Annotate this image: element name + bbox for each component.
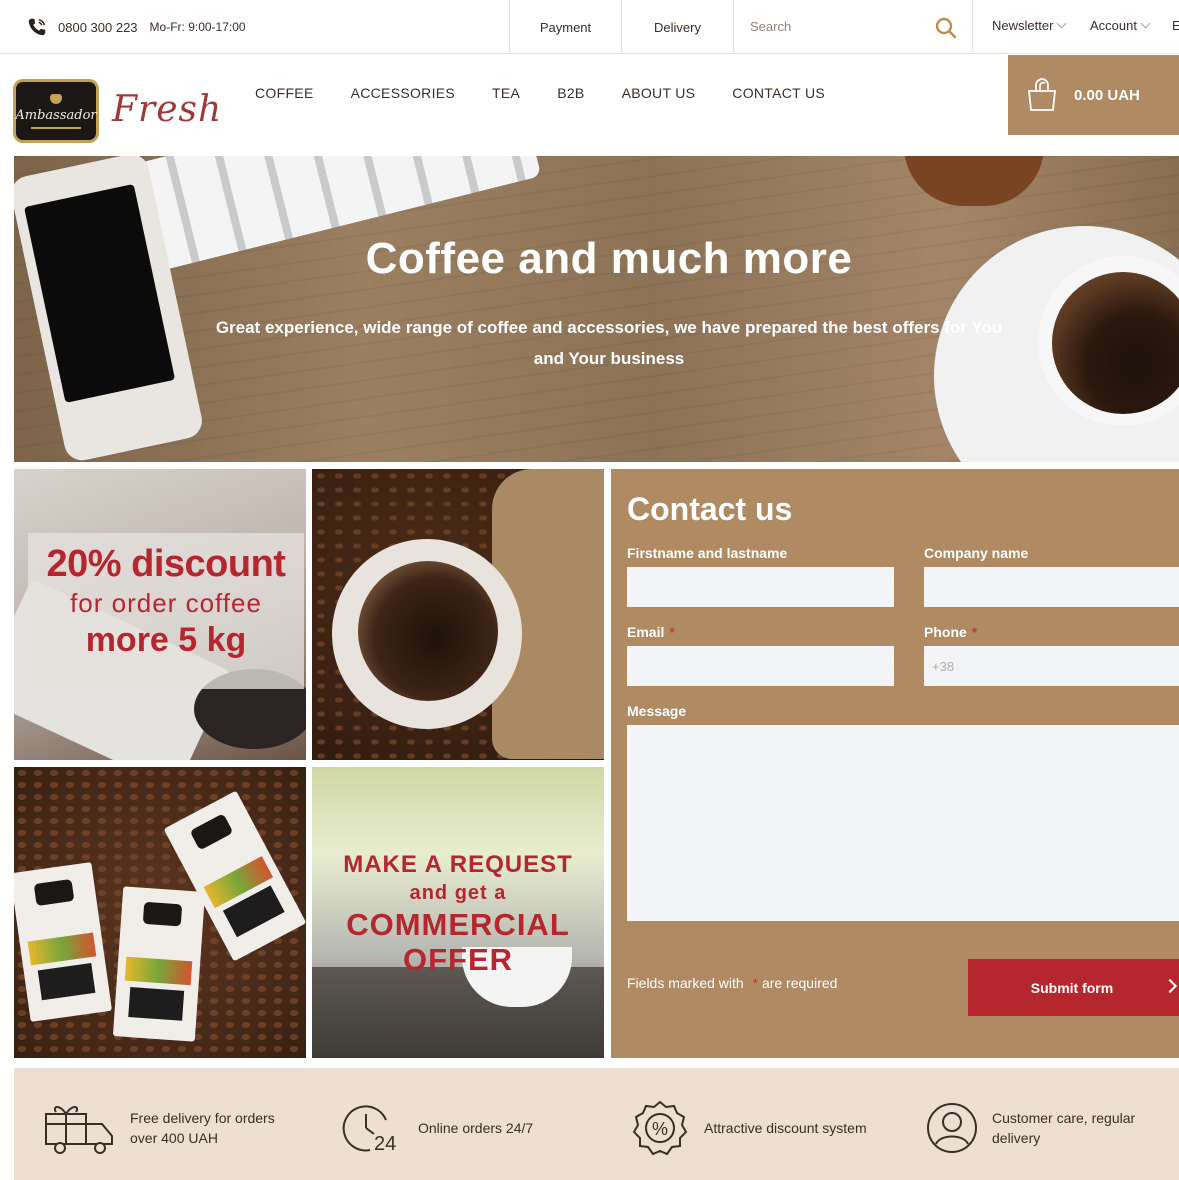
discount-headline: 20% discount (46, 543, 286, 585)
account-label: Account (1090, 18, 1137, 33)
nav-item-tea[interactable]: TEA (492, 85, 520, 101)
offer-line1: MAKE A REQUEST (343, 851, 573, 878)
note-after: are required (761, 975, 838, 991)
offer-line3: COMMERCIAL (346, 907, 570, 942)
offer-line2: and get a (409, 882, 507, 904)
search-box (733, 0, 973, 54)
name-field[interactable] (627, 567, 894, 607)
phone-label-wrap: Phone * (924, 624, 977, 640)
search-icon[interactable] (934, 16, 958, 40)
feature-free-delivery: Free delivery for orders over 400 UAH (42, 1098, 275, 1158)
commercial-offer-tile[interactable]: MAKE A REQUEST and get a COMMERCIAL OFFE… (312, 767, 604, 1058)
note-before: Fields marked with (627, 975, 744, 991)
feature-text: Attractive discount system (704, 1118, 867, 1138)
nav-item-about-us[interactable]: ABOUT US (622, 85, 696, 101)
logo-underline (31, 126, 81, 129)
offer-line4: OFFER (402, 942, 514, 977)
email-label: Email (627, 624, 665, 640)
required-mark: * (971, 624, 978, 640)
working-hours: Mo-Fr: 9:00-17:00 (149, 20, 246, 34)
muffin-image (904, 156, 1044, 206)
shopping-bag-icon (1028, 78, 1056, 111)
brand-logo[interactable]: Ambassador (13, 79, 99, 143)
phone-number[interactable]: 0800 300 223 (58, 20, 138, 35)
features-strip: Free delivery for orders over 400 UAH 24 … (14, 1068, 1179, 1180)
phone-icon (28, 18, 46, 36)
cart-button[interactable]: 0.00 UAH (1008, 55, 1179, 135)
promo-discount-tile[interactable]: 20% discount for order coffee more 5 kg (14, 469, 306, 760)
hero-banner: Coffee and much more Great experience, w… (14, 156, 1179, 462)
nav-item-contact-us[interactable]: CONTACT US (732, 85, 825, 101)
company-label: Company name (924, 545, 1029, 561)
payment-link[interactable]: Payment (509, 0, 621, 54)
contact-form: Contact us Firstname and lastname Compan… (611, 469, 1179, 1058)
message-label: Message (627, 703, 687, 719)
cart-total: 0.00 UAH (1074, 86, 1140, 104)
submit-form-button[interactable]: Submit form (968, 959, 1179, 1016)
nav-item-b2b[interactable]: B2B (557, 85, 584, 101)
logo-text: Ambassador (15, 107, 97, 123)
search-input[interactable] (750, 15, 920, 37)
discount-badge-icon: % (632, 1100, 688, 1156)
espresso-cup-image (358, 561, 498, 701)
feature-line1: Customer care, regular (992, 1110, 1136, 1126)
discount-box: 20% discount for order coffee more 5 kg (28, 533, 304, 689)
message-field[interactable] (627, 725, 1179, 921)
commercial-offer-text: MAKE A REQUEST and get a COMMERCIAL OFFE… (312, 851, 604, 977)
required-note: Fields marked with * are required (627, 975, 837, 991)
feature-text: Online orders 24/7 (418, 1118, 533, 1138)
email-label-wrap: Email * (627, 624, 675, 640)
feature-line1: Free delivery for orders (130, 1110, 275, 1126)
feature-text: Customer care, regular delivery (992, 1108, 1135, 1148)
language-switch[interactable]: E (1172, 18, 1179, 33)
required-mark: * (669, 624, 675, 640)
coffee-cup-tile[interactable] (312, 469, 604, 760)
feature-line1: Online orders 24/7 (418, 1120, 534, 1136)
discount-line3: more 5 kg (85, 621, 247, 659)
nav-item-coffee[interactable]: COFFEE (255, 85, 314, 101)
submit-label: Submit form (1030, 979, 1114, 996)
phone-contact[interactable]: 0800 300 223 Mo-Fr: 9:00-17:00 (26, 16, 246, 38)
top-bar: 0800 300 223 Mo-Fr: 9:00-17:00 Payment D… (0, 0, 1179, 54)
account-dropdown[interactable]: Account (1090, 18, 1151, 33)
main-nav: COFFEE ACCESSORIES TEA B2B ABOUT US CONT… (255, 85, 825, 101)
delivery-link[interactable]: Delivery (621, 0, 733, 54)
coffee-packs-tile[interactable] (14, 767, 306, 1058)
chevron-down-icon (1140, 18, 1151, 29)
feature-text: Free delivery for orders over 400 UAH (130, 1108, 275, 1148)
newsletter-dropdown[interactable]: Newsletter (992, 18, 1067, 33)
discount-line2: for order coffee (70, 588, 262, 618)
hero-title: Coffee and much more (365, 234, 853, 283)
nav-item-accessories[interactable]: ACCESSORIES (351, 85, 455, 101)
contact-title: Contact us (627, 491, 793, 527)
svg-text:%: % (652, 1119, 668, 1139)
name-label: Firstname and lastname (627, 545, 788, 561)
hero-subtitle: Great experience, wide range of coffee a… (215, 318, 1003, 368)
crest-icon (50, 93, 62, 104)
feature-line2: over 400 UAH (130, 1130, 218, 1146)
language-label: E (1172, 18, 1179, 33)
svg-text:24: 24 (374, 1133, 396, 1155)
phone-label: Phone (924, 624, 967, 640)
required-mark: * (752, 975, 759, 991)
feature-discount-system: % Attractive discount system (628, 1098, 867, 1158)
feature-online-orders: 24 Online orders 24/7 (340, 1098, 533, 1158)
brand-script: Fresh (112, 89, 223, 130)
clock-24-icon: 24 (342, 1105, 396, 1155)
email-field[interactable] (627, 646, 894, 686)
feature-customer-care: Customer care, regular delivery (924, 1098, 1135, 1158)
coffee-pack-image (112, 886, 206, 1042)
delivery-truck-icon (45, 1106, 113, 1154)
phone-field[interactable] (924, 646, 1179, 686)
feature-line2: delivery (992, 1130, 1041, 1146)
customer-care-icon (927, 1103, 977, 1153)
chevron-down-icon (1056, 18, 1067, 29)
site-header: Ambassador Fresh COFFEE ACCESSORIES TEA … (0, 55, 1179, 155)
company-field[interactable] (924, 567, 1179, 607)
feature-line1: Attractive discount system (704, 1120, 867, 1136)
newsletter-label: Newsletter (992, 18, 1054, 33)
